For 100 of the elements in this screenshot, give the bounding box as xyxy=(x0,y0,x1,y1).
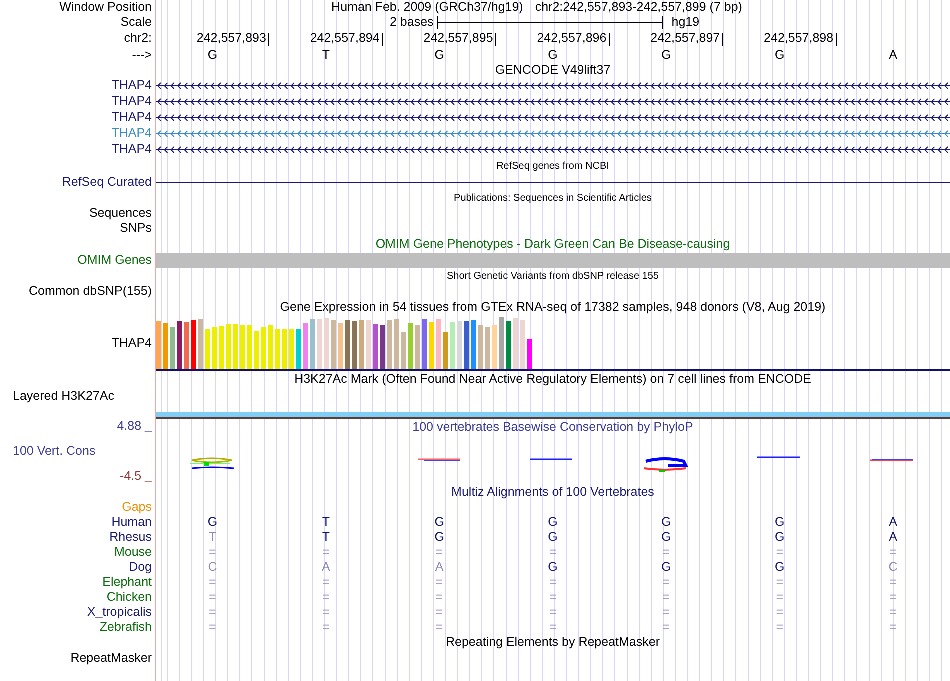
alignment-base: = xyxy=(662,546,670,560)
tick-mark xyxy=(722,33,724,46)
track-title: Short Genetic Variants from dbSNP release 155 xyxy=(447,270,659,282)
track-title: Multiz Alignments of 100 Vertebrates xyxy=(452,486,654,500)
alignment-base: T xyxy=(322,516,330,530)
alignment-base: = xyxy=(890,590,897,604)
tick-mark xyxy=(382,33,383,46)
track-label[interactable]: THAP4 xyxy=(112,143,152,157)
track-label[interactable]: Dog xyxy=(129,560,152,574)
track-label[interactable]: THAP4 xyxy=(112,111,152,125)
track-label[interactable]: 100 Vert. Cons xyxy=(13,445,96,459)
alignment-base: G xyxy=(662,560,672,574)
alignment-base: = xyxy=(209,590,216,604)
track-title: OMIM Gene Phenotypes - Dark Green Can Be Disease-causing xyxy=(376,238,730,252)
track-label[interactable]: THAP4 xyxy=(112,79,152,93)
alignment-base: = xyxy=(662,620,670,634)
alignment-base: = xyxy=(776,590,784,604)
base-letter: G xyxy=(548,49,558,63)
tick-mark xyxy=(608,33,610,46)
coordinate-label: 242,557,894 xyxy=(310,32,380,46)
alignment-base: C xyxy=(208,560,218,574)
track-title: Gene Expression in 54 tissues from GTEx RNA-seq of 17382 samples, 948 donors (V8, Aug 2019) xyxy=(280,300,826,314)
alignment-base: G xyxy=(548,560,558,574)
coordinate-label: 242,557,893 xyxy=(196,32,266,46)
alignment-base: G xyxy=(548,516,558,530)
track-label[interactable]: Human xyxy=(112,516,152,530)
alignment-base: A xyxy=(435,560,444,574)
coordinate-label: 242,557,895 xyxy=(424,32,494,46)
base-letter: G xyxy=(208,49,218,63)
track-label[interactable]: Zebrafish xyxy=(100,620,152,634)
alignment-base: = xyxy=(322,546,330,560)
alignment-base: = xyxy=(549,576,557,590)
track-title: GENCODE V49lift37 xyxy=(495,64,611,78)
alignment-base: A xyxy=(889,530,898,544)
alignment-base: = xyxy=(662,576,670,590)
alignment-base: = xyxy=(436,546,444,560)
base-letter: G xyxy=(662,49,672,63)
assembly-title: Human Feb. 2009 (GRCh37/hg19) xyxy=(332,0,524,14)
track-label[interactable]: Layered H3K27Ac xyxy=(13,390,114,404)
axis-max-label: 4.88 _ xyxy=(117,420,152,434)
alignment-base: = xyxy=(209,620,216,634)
alignment-base: = xyxy=(322,576,330,590)
track-label[interactable]: Common dbSNP(155) xyxy=(29,284,152,298)
alignment-base: = xyxy=(209,606,216,620)
alignment-base: G xyxy=(774,530,785,544)
track-label[interactable]: SNPs xyxy=(120,222,152,236)
alignment-base: = xyxy=(890,606,897,620)
alignment-base: = xyxy=(209,576,216,590)
track-title: H3K27Ac Mark (Often Found Near Active Regulatory Elements) on 7 cell lines from ENCODE xyxy=(294,373,812,387)
track-label[interactable]: RepeatMasker xyxy=(70,652,152,666)
scale-assembly: hg19 xyxy=(672,16,700,30)
base-letter: G xyxy=(774,49,785,63)
alignment-base: = xyxy=(436,576,444,590)
row-label: ---> xyxy=(132,49,152,63)
alignment-base: A xyxy=(322,560,330,574)
alignment-base: G xyxy=(434,516,444,530)
track-label[interactable]: THAP4 xyxy=(112,127,152,141)
track-label[interactable]: THAP4 xyxy=(112,336,152,350)
alignment-base: = xyxy=(549,620,557,634)
base-letter: A xyxy=(889,49,898,63)
alignment-base: = xyxy=(776,576,784,590)
alignment-base: A xyxy=(889,516,898,530)
alignment-base: = xyxy=(890,620,897,634)
row-label: Window Position xyxy=(60,0,152,14)
row-label: chr2: xyxy=(124,32,152,46)
alignment-base: = xyxy=(890,576,897,590)
alignment-base: = xyxy=(549,606,557,620)
alignment-base: = xyxy=(890,546,897,560)
alignment-base: = xyxy=(662,606,670,620)
alignment-base: = xyxy=(322,590,330,604)
tick-mark xyxy=(268,33,270,46)
tick-mark xyxy=(836,33,837,46)
track-label[interactable]: Chicken xyxy=(106,590,152,604)
track-label[interactable]: Mouse xyxy=(114,546,152,560)
track-label[interactable]: THAP4 xyxy=(112,95,152,109)
track-label[interactable]: Sequences xyxy=(89,206,152,220)
alignment-base: T xyxy=(208,530,217,544)
coordinate-label: 242,557,896 xyxy=(537,32,607,46)
base-letter: G xyxy=(434,49,444,63)
alignment-base: G xyxy=(208,516,218,530)
alignment-base: = xyxy=(322,606,330,620)
alignment-base: G xyxy=(662,530,672,544)
alignment-base: = xyxy=(436,620,444,634)
track-label[interactable]: RefSeq Curated xyxy=(62,176,152,190)
track-label[interactable]: X_tropicalis xyxy=(87,606,152,620)
position-readout: chr2:242,557,893-242,557,899 (7 bp) xyxy=(535,0,742,14)
track-label[interactable]: Elephant xyxy=(102,576,152,590)
alignment-base: G xyxy=(662,516,672,530)
alignment-base: G xyxy=(434,530,444,544)
alignment-base: = xyxy=(322,620,330,634)
row-label: Scale xyxy=(120,16,152,30)
track-label[interactable]: Rhesus xyxy=(110,530,152,544)
alignment-base: = xyxy=(209,546,216,560)
alignment-base: = xyxy=(776,620,784,634)
alignment-base: G xyxy=(548,530,558,544)
alignment-base: = xyxy=(776,606,784,620)
track-title: Publications: Sequences in Scientific Articles xyxy=(454,192,652,204)
alignment-base: T xyxy=(322,530,330,544)
track-label[interactable]: OMIM Genes xyxy=(78,254,152,268)
alignment-base: = xyxy=(549,590,557,604)
